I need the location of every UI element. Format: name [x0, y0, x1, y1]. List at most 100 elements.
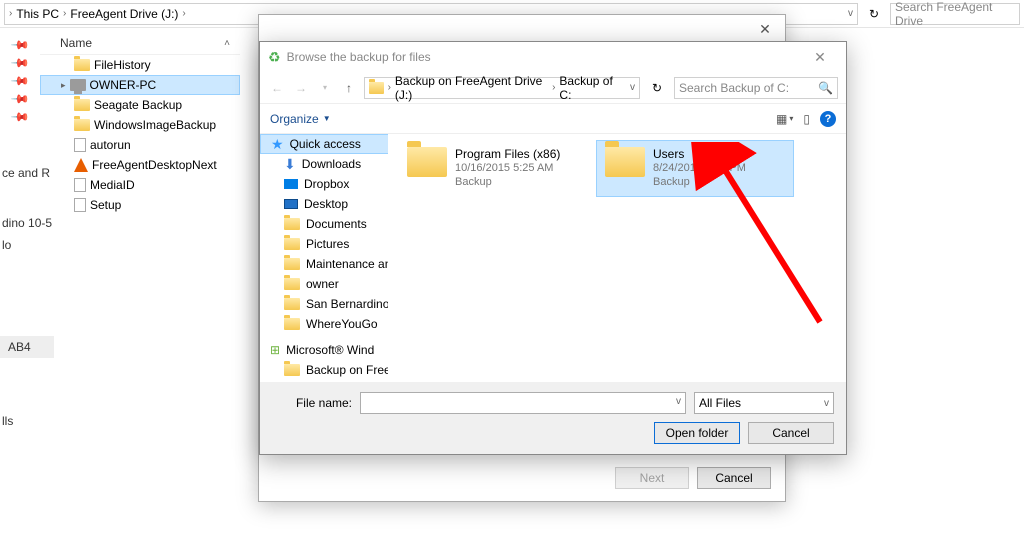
dropbox-icon	[284, 179, 298, 189]
pin-icon: 📌	[10, 35, 30, 55]
cancel-button[interactable]: Cancel	[748, 422, 834, 444]
tree-item[interactable]: FreeAgentDesktopNext	[40, 155, 240, 175]
sidebar-item-dropbox[interactable]: Dropbox📍	[260, 174, 388, 194]
breadcrumb-item[interactable]: Backup of C:	[559, 74, 622, 102]
item-date: 10/16/2015 5:25 AM	[455, 161, 560, 175]
close-button[interactable]: ✕	[802, 46, 838, 68]
folder-tree: Name ˄ FileHistory ▸OWNER-PC Seagate Bac…	[40, 28, 240, 219]
breadcrumb-item[interactable]: FreeAgent Drive (J:)	[70, 7, 178, 21]
dialog-sidebar: ★Quick access ⬇Downloads📍 Dropbox📍 Deskt…	[260, 134, 388, 382]
breadcrumb-item[interactable]: This PC	[16, 7, 59, 21]
forward-button: →	[292, 81, 310, 95]
breadcrumb-item[interactable]: Backup on FreeAgent Drive (J:)	[395, 74, 548, 102]
item-title: Program Files (x86)	[455, 147, 560, 161]
cutoff-panel: ce and R dino 10-5 lo AB4 lls	[0, 130, 54, 432]
tree-item[interactable]: ▸OWNER-PC	[40, 75, 240, 95]
chevron-right-icon: ›	[182, 8, 185, 19]
wizard-button-row: Next Cancel	[615, 467, 771, 489]
folder-icon	[284, 278, 300, 290]
folder-icon	[284, 258, 300, 270]
vlc-icon	[74, 158, 88, 172]
folder-icon	[74, 119, 90, 131]
dropdown-icon[interactable]: v	[630, 82, 635, 93]
folder-icon	[369, 82, 384, 94]
file-list[interactable]: Program Files (x86) 10/16/2015 5:25 AM B…	[388, 134, 846, 382]
sidebar-item-pictures[interactable]: Pictures📍	[260, 234, 388, 254]
desktop-icon	[284, 199, 298, 209]
restore-icon: ♻	[268, 49, 281, 66]
sidebar-item[interactable]: Backup on FreeA	[260, 360, 388, 380]
dropdown-icon[interactable]: v	[848, 8, 853, 19]
download-icon: ⬇	[284, 156, 296, 173]
tree-item[interactable]: WindowsImageBackup	[40, 115, 240, 135]
sidebar-item[interactable]: San Bernardino	[260, 294, 388, 314]
sidebar-item-documents[interactable]: Documents📍	[260, 214, 388, 234]
up-button[interactable]: ↑	[340, 81, 358, 95]
pin-icon: 📌	[10, 71, 30, 91]
open-folder-button[interactable]: Open folder	[654, 422, 740, 444]
cancel-button[interactable]: Cancel	[697, 467, 771, 489]
refresh-button[interactable]: ↻	[864, 7, 884, 21]
view-options-button[interactable]: ▦ ▾	[776, 112, 793, 126]
tree-item[interactable]: MediaID	[40, 175, 240, 195]
folder-icon	[605, 147, 645, 177]
pin-icon: 📌	[10, 89, 30, 109]
tree-item[interactable]: FileHistory	[40, 55, 240, 75]
item-type: Backup	[455, 175, 560, 189]
pin-icon: 📌	[10, 53, 30, 73]
sidebar-item-desktop[interactable]: Desktop📍	[260, 194, 388, 214]
search-placeholder: Search FreeAgent Drive	[895, 0, 1015, 28]
breadcrumb[interactable]: › Backup on FreeAgent Drive (J:) › Backu…	[364, 77, 640, 99]
chevron-right-icon: ›	[9, 8, 12, 19]
folder-icon	[284, 364, 300, 376]
list-item[interactable]: Program Files (x86) 10/16/2015 5:25 AM B…	[398, 140, 596, 197]
filename-input[interactable]: v	[360, 392, 686, 414]
file-icon	[74, 198, 86, 212]
file-icon	[74, 138, 86, 152]
folder-icon	[284, 218, 300, 230]
folder-icon	[284, 318, 300, 330]
sidebar-item[interactable]: WhereYouGo	[260, 314, 388, 334]
filetype-filter[interactable]: All Files v	[694, 392, 834, 414]
item-title: Users	[653, 147, 746, 161]
folder-icon	[407, 147, 447, 177]
chevron-right-icon: ›	[63, 8, 66, 19]
search-input[interactable]: Search Backup of C: 🔍	[674, 77, 838, 99]
file-icon	[74, 178, 86, 192]
sidebar-item-quick-access[interactable]: ★Quick access	[260, 134, 388, 154]
tree-item[interactable]: autorun	[40, 135, 240, 155]
tree-item[interactable]: Seagate Backup	[40, 95, 240, 115]
dropdown-icon[interactable]: v	[676, 396, 681, 407]
item-type: Backup	[653, 175, 746, 189]
sidebar-item-windows[interactable]: ⊞Microsoft® Wind	[260, 340, 388, 360]
folder-icon	[74, 59, 90, 71]
tree-item[interactable]: Setup	[40, 195, 240, 215]
sort-up-icon: ˄	[224, 38, 230, 49]
pin-icon: 📌	[10, 107, 30, 127]
search-input[interactable]: Search FreeAgent Drive	[890, 3, 1020, 25]
column-header-name[interactable]: Name ˄	[40, 32, 240, 55]
close-button[interactable]: ✕	[745, 15, 785, 43]
dialog-navbar: ← → ▾ ↑ › Backup on FreeAgent Drive (J:)…	[260, 72, 846, 104]
computer-icon	[70, 79, 86, 91]
dialog-titlebar: ♻ Browse the backup for files ✕	[260, 42, 846, 72]
star-icon: ★	[271, 136, 284, 153]
folder-icon	[74, 99, 90, 111]
next-button: Next	[615, 467, 689, 489]
sidebar-item[interactable]: owner	[260, 274, 388, 294]
organize-menu[interactable]: Organize ▼	[270, 112, 331, 126]
dialog-toolbar: Organize ▼ ▦ ▾ ▯ ?	[260, 104, 846, 134]
search-icon: 🔍	[818, 81, 833, 95]
sidebar-item[interactable]: Maintenance an	[260, 254, 388, 274]
back-button: ←	[268, 81, 286, 95]
sidebar-item-downloads[interactable]: ⬇Downloads📍	[260, 154, 388, 174]
filename-label: File name:	[272, 396, 352, 410]
list-item[interactable]: Users 8/24/2015 1:44 PM Backup	[596, 140, 794, 197]
preview-pane-button[interactable]: ▯	[803, 112, 810, 126]
folder-icon	[284, 298, 300, 310]
dropdown-icon: v	[824, 398, 829, 409]
chevron-down-icon: ▼	[323, 114, 331, 123]
windows-icon: ⊞	[270, 343, 280, 357]
help-button[interactable]: ?	[820, 111, 836, 127]
refresh-button[interactable]: ↻	[646, 81, 668, 95]
